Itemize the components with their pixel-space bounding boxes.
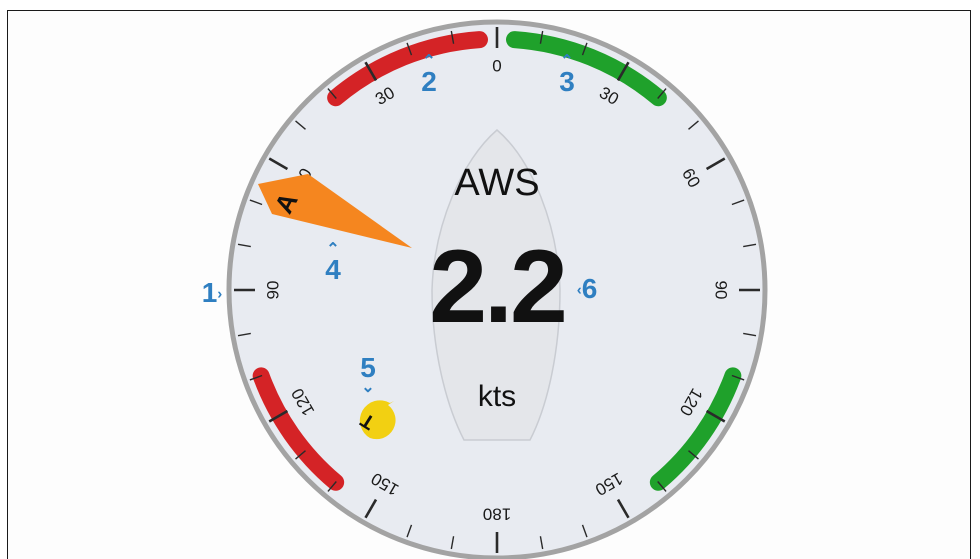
callout-2: ⌃ 2 — [414, 54, 444, 96]
tick-label: 180 — [483, 505, 511, 524]
chevron-down-icon: ⌄ — [361, 379, 375, 396]
tick-label: 90 — [264, 281, 283, 300]
callout-3: ⌃ 3 — [552, 54, 582, 96]
metric-label: AWS — [454, 162, 540, 204]
wind-speed-value: 2.2 — [429, 229, 568, 345]
callout-5: 5 ⌄ — [353, 354, 383, 396]
chevron-right-icon: › — [217, 285, 223, 303]
callout-4: ⌃ 4 — [318, 242, 348, 284]
tick-label: 90 — [712, 281, 731, 300]
tick-label: 0 — [492, 57, 501, 76]
callout-1: 1› — [201, 277, 223, 308]
callout-6: ‹6 — [576, 273, 598, 304]
speed-unit: kts — [477, 380, 517, 413]
